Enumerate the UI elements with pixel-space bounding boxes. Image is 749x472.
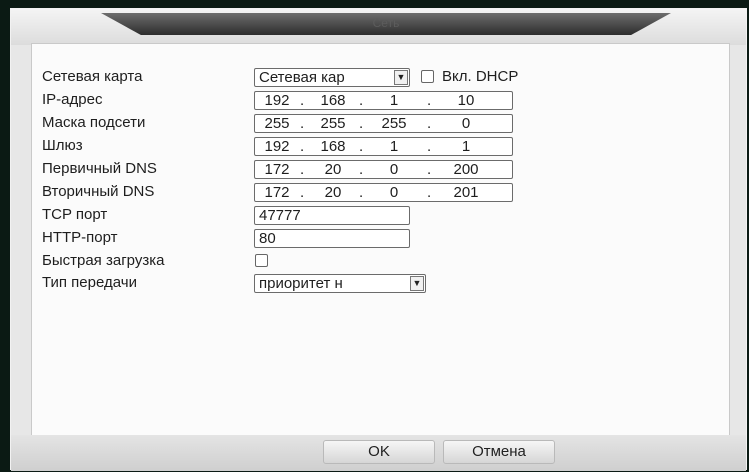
ip-dot: . <box>427 92 432 109</box>
title-bar: Сеть <box>11 9 746 45</box>
mask-octet-4[interactable]: 0 <box>439 115 493 132</box>
ip-dot: . <box>300 138 305 155</box>
network-card-value: Сетевая кар <box>259 69 345 86</box>
dropdown-arrow-icon[interactable]: ▼ <box>410 276 424 291</box>
ip-dot: . <box>359 184 364 201</box>
gateway-octet-2[interactable]: 168 <box>311 138 355 155</box>
cancel-button[interactable]: Отмена <box>443 440 555 464</box>
settings-panel: Сетевая карта Сетевая кар ▼ Вкл. DHCP IP… <box>31 43 730 436</box>
gateway-octet-1[interactable]: 192 <box>257 138 297 155</box>
dropdown-arrow-icon[interactable]: ▼ <box>394 70 408 85</box>
pdns-octet-1[interactable]: 172 <box>257 161 297 178</box>
ip-dot: . <box>300 161 305 178</box>
ip-dot: . <box>427 161 432 178</box>
pdns-octet-3[interactable]: 0 <box>369 161 419 178</box>
sdns-octet-2[interactable]: 20 <box>311 184 355 201</box>
mask-octet-3[interactable]: 255 <box>369 115 419 132</box>
ip-dot: . <box>427 115 432 132</box>
gateway-octet-4[interactable]: 1 <box>439 138 493 155</box>
tcp-port-input[interactable]: 47777 <box>254 206 410 225</box>
subnet-mask-label: Маска подсети <box>42 114 146 131</box>
gateway-octet-3[interactable]: 1 <box>369 138 419 155</box>
pdns-octet-4[interactable]: 200 <box>439 161 493 178</box>
transfer-type-label: Тип передачи <box>42 274 137 291</box>
ip-octet-4[interactable]: 10 <box>439 92 493 109</box>
ip-dot: . <box>359 138 364 155</box>
sdns-octet-1[interactable]: 172 <box>257 184 297 201</box>
ip-dot: . <box>300 184 305 201</box>
subnet-mask-field[interactable]: 255 . 255 . 255 . 0 <box>254 114 513 133</box>
ip-dot: . <box>359 92 364 109</box>
mask-octet-1[interactable]: 255 <box>257 115 297 132</box>
mask-octet-2[interactable]: 255 <box>311 115 355 132</box>
fast-boot-label: Быстрая загрузка <box>42 252 165 269</box>
primary-dns-field[interactable]: 172 . 20 . 0 . 200 <box>254 160 513 179</box>
ip-octet-3[interactable]: 1 <box>369 92 419 109</box>
ip-octet-2[interactable]: 168 <box>311 92 355 109</box>
primary-dns-label: Первичный DNS <box>42 160 157 177</box>
gateway-field[interactable]: 192 . 168 . 1 . 1 <box>254 137 513 156</box>
tcp-port-label: TCP порт <box>42 206 108 223</box>
ip-dot: . <box>427 184 432 201</box>
network-card-select[interactable]: Сетевая кар ▼ <box>254 68 410 87</box>
ip-dot: . <box>300 115 305 132</box>
ip-address-field[interactable]: 192 . 168 . 1 . 10 <box>254 91 513 110</box>
network-card-label: Сетевая карта <box>42 68 143 85</box>
dhcp-checkbox[interactable] <box>421 70 434 83</box>
transfer-type-select[interactable]: приоритет н ▼ <box>254 274 426 293</box>
http-port-input[interactable]: 80 <box>254 229 410 248</box>
secondary-dns-field[interactable]: 172 . 20 . 0 . 201 <box>254 183 513 202</box>
ip-dot: . <box>300 92 305 109</box>
window-title: Сеть <box>372 16 400 30</box>
ip-dot: . <box>359 161 364 178</box>
ip-dot: . <box>427 138 432 155</box>
sdns-octet-3[interactable]: 0 <box>369 184 419 201</box>
transfer-type-value: приоритет н <box>259 275 343 292</box>
gateway-label: Шлюз <box>42 137 83 154</box>
pdns-octet-2[interactable]: 20 <box>311 161 355 178</box>
sdns-octet-4[interactable]: 201 <box>439 184 493 201</box>
button-bar: OK Отмена <box>11 435 746 471</box>
ip-dot: . <box>359 115 364 132</box>
fast-boot-checkbox[interactable] <box>255 254 268 267</box>
ip-address-label: IP-адрес <box>42 91 103 108</box>
ip-octet-1[interactable]: 192 <box>257 92 297 109</box>
network-settings-window: Сеть Сетевая карта Сетевая кар ▼ Вкл. DH… <box>10 8 747 471</box>
ok-button[interactable]: OK <box>323 440 435 464</box>
secondary-dns-label: Вторичный DNS <box>42 183 155 200</box>
http-port-label: HTTP-порт <box>42 229 118 246</box>
title-tab: Сеть <box>101 13 671 35</box>
dhcp-label: Вкл. DHCP <box>442 68 519 85</box>
